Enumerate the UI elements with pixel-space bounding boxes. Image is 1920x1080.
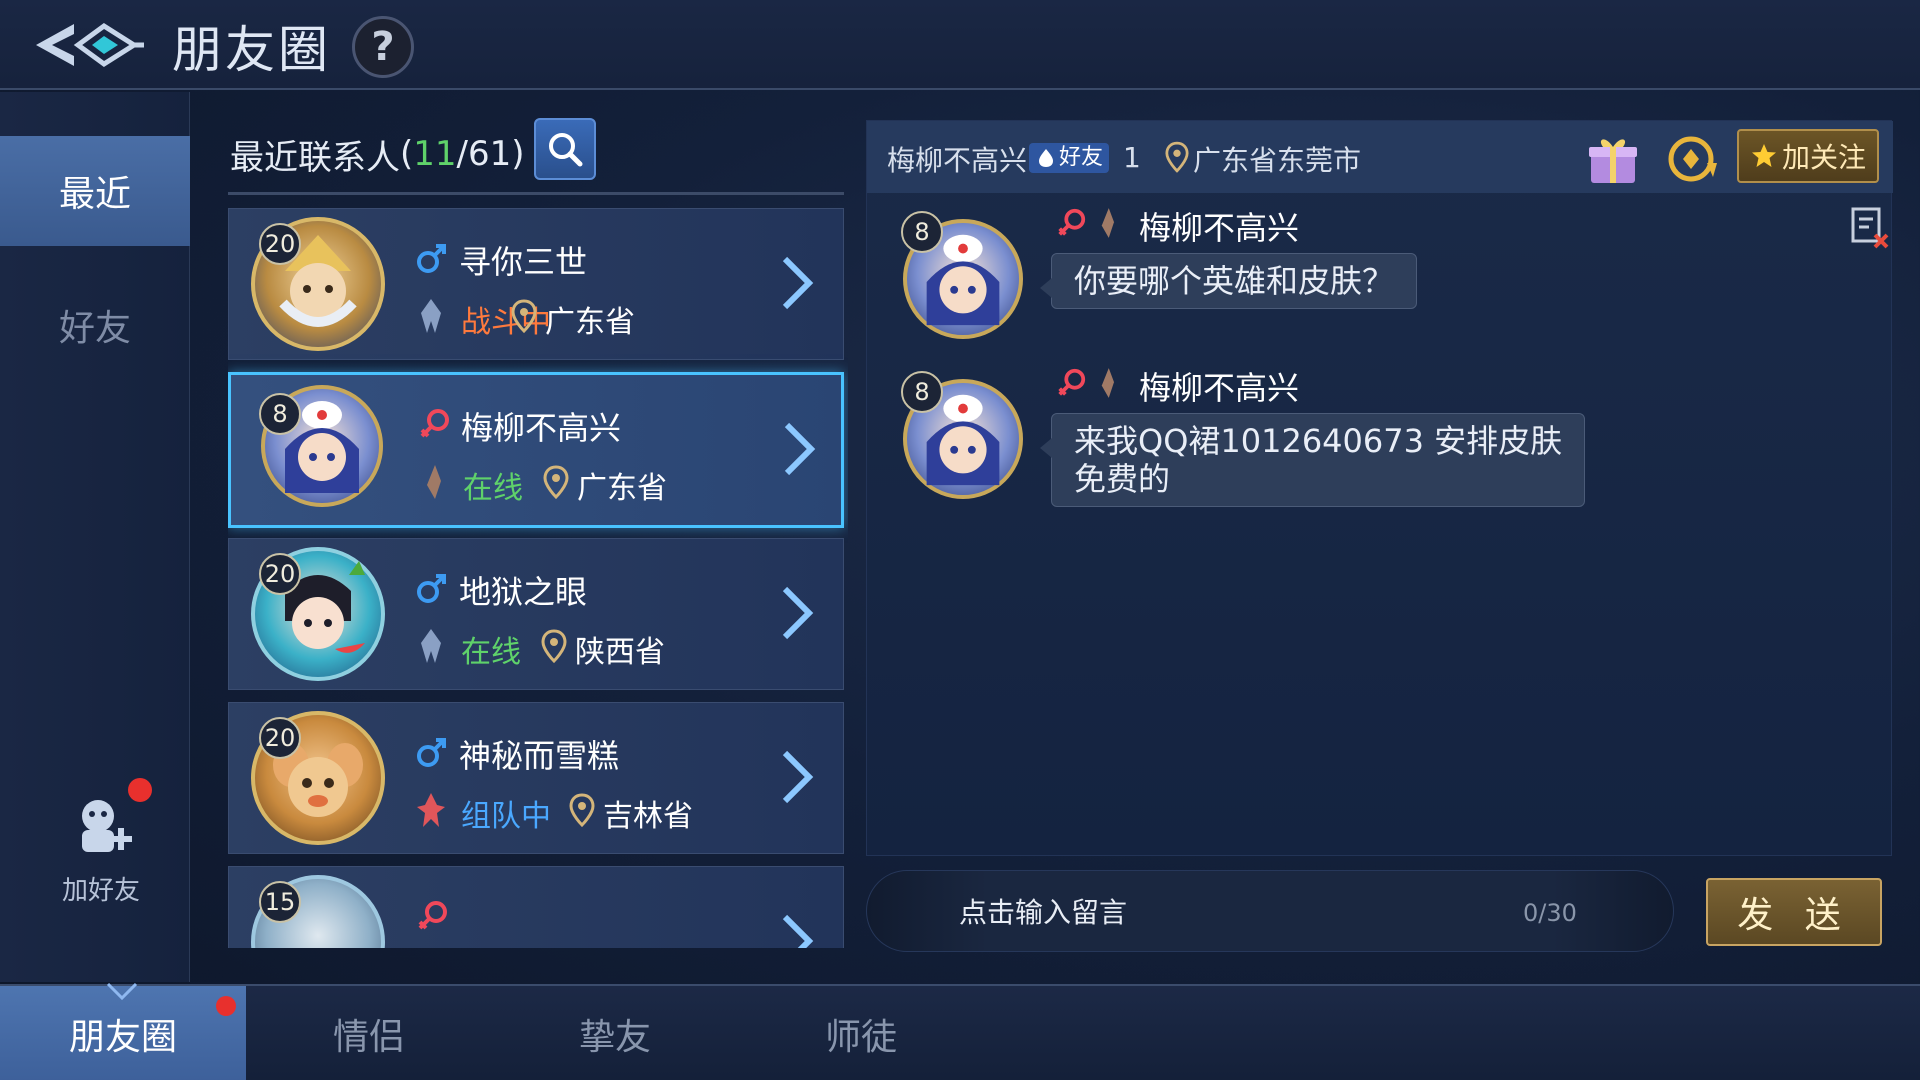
chat-location: 广东省东莞市 — [1193, 144, 1362, 177]
nav-tab-friends[interactable]: 好友 — [0, 270, 190, 380]
tab-couple[interactable]: 情侣 — [246, 986, 492, 1080]
chevron-right-icon — [782, 586, 814, 640]
contact-card[interactable]: 15 — [228, 866, 844, 948]
tab-label: 朋友圈 — [68, 1017, 177, 1058]
chevron-right-icon — [782, 256, 814, 310]
contact-name: 地狱之眼 — [459, 573, 588, 611]
message-bubble: 来我QQ裙1012640673 安排皮肤 免费的 — [1039, 413, 1586, 507]
contact-status: 在线 — [461, 635, 521, 670]
contact-card[interactable]: 20 地狱之眼 在线 陕西省 — [228, 538, 844, 690]
level-badge: 15 — [259, 881, 301, 923]
chat-contact-name: 梅柳不高兴 — [887, 144, 1028, 177]
chat-panel: 梅柳不高兴 好友 1 广东省东莞市 加关注 8 梅柳不高兴 你要哪个英雄和皮肤？… — [866, 120, 1893, 856]
contacts-header: 最近联系人 ( 11 / 61 ) — [230, 118, 525, 190]
intimacy-icon — [1039, 149, 1053, 167]
male-icon — [417, 574, 446, 603]
male-icon — [417, 738, 446, 767]
level-badge: 20 — [259, 223, 301, 265]
add-friend-label: 加好友 — [61, 876, 140, 906]
send-button[interactable]: 发 送 — [1706, 878, 1882, 946]
contact-region: 广东省 — [577, 471, 667, 506]
chat-message: 8 梅柳不高兴 来我QQ裙1012640673 安排皮肤 免费的 — [901, 363, 1861, 543]
contacts-total-count: 61 — [468, 134, 512, 174]
female-icon — [420, 409, 449, 438]
contact-card-selected[interactable]: 8 梅柳不高兴 在线 广东省 — [228, 372, 844, 528]
back-arrow-icon[interactable] — [34, 12, 146, 78]
contacts-header-label: 最近联系人 — [230, 137, 400, 178]
sender-name: 梅柳不高兴 — [1139, 209, 1300, 247]
rank-icon — [417, 793, 445, 827]
contact-status: 战斗中 — [461, 305, 551, 340]
contact-name: 神秘而雪糕 — [459, 737, 620, 775]
add-friend-button[interactable]: 加好友 — [46, 778, 156, 906]
help-button[interactable]: ? — [352, 16, 414, 78]
contact-status: 在线 — [463, 471, 523, 506]
location-pin-icon — [511, 299, 537, 333]
contact-card[interactable]: 20 神秘而雪糕 组队中 吉林省 — [228, 702, 844, 854]
location-pin-icon — [543, 465, 569, 499]
tab-close-friend[interactable]: 挚友 — [492, 986, 738, 1080]
chat-message: 8 梅柳不高兴 你要哪个英雄和皮肤？ — [901, 203, 1861, 353]
level-badge: 8 — [259, 393, 301, 435]
message-bubble: 你要哪个英雄和皮肤？ — [1039, 253, 1418, 309]
contact-list[interactable]: 20 寻你三世 战斗中 广东省 8 梅柳不高兴 在线 广东省 20 地狱之眼 在… — [228, 204, 848, 948]
contact-card[interactable]: 20 寻你三世 战斗中 广东省 — [228, 208, 844, 360]
male-icon — [417, 244, 446, 273]
female-icon — [1058, 368, 1086, 396]
location-pin-icon — [569, 793, 595, 827]
search-icon — [549, 133, 583, 167]
top-bar: 朋友圈 ? — [0, 0, 1920, 90]
star-icon — [1751, 144, 1776, 167]
contact-name: 梅柳不高兴 — [461, 409, 622, 447]
bottom-tab-bar: 朋友圈 情侣 挚友 师徒 — [0, 982, 1920, 1080]
follow-label: 加关注 — [1781, 141, 1866, 174]
message-input-bar[interactable]: 0/30 — [866, 870, 1674, 952]
notification-dot — [128, 778, 152, 802]
location-pin-icon — [541, 629, 567, 663]
rank-icon — [427, 465, 441, 499]
chevron-right-icon — [784, 422, 816, 476]
message-line: 来我QQ裙1012640673 安排皮肤 — [1074, 422, 1563, 460]
level-badge: 8 — [901, 211, 943, 253]
rank-icon — [421, 629, 441, 663]
rank-icon — [1101, 208, 1114, 238]
rank-icon — [1101, 368, 1114, 398]
coin-gift-icon[interactable] — [1667, 133, 1721, 185]
sender-name: 梅柳不高兴 — [1139, 369, 1300, 407]
rank-icon — [421, 299, 441, 333]
contacts-online-count: 11 — [413, 134, 457, 174]
friend-badge-label: 好友 — [1059, 145, 1104, 170]
friend-badge: 好友 — [1029, 143, 1110, 173]
divider — [228, 192, 844, 195]
follow-button[interactable]: 加关注 — [1737, 129, 1879, 183]
message-line: 免费的 — [1074, 460, 1171, 498]
chevron-right-icon — [782, 750, 814, 804]
level-badge: 20 — [259, 553, 301, 595]
location-pin-icon — [1165, 141, 1189, 173]
nav-tab-recent[interactable]: 最近 — [0, 136, 190, 246]
active-tab-marker-icon — [106, 982, 138, 1000]
contact-region: 吉林省 — [603, 799, 693, 834]
search-button[interactable] — [534, 118, 596, 180]
contact-region: 陕西省 — [575, 635, 665, 670]
contact-region: 广东省 — [545, 305, 635, 340]
gift-icon[interactable] — [1585, 131, 1641, 187]
chat-header: 梅柳不高兴 好友 1 广东省东莞市 加关注 — [867, 121, 1893, 193]
char-counter: 0/30 — [1523, 899, 1577, 927]
message-input[interactable] — [959, 889, 1479, 935]
notification-dot — [216, 996, 236, 1016]
left-nav: 最近 好友 加好友 — [0, 92, 190, 982]
contact-status: 组队中 — [461, 799, 551, 834]
female-icon — [1058, 208, 1086, 236]
tab-mentor[interactable]: 师徒 — [738, 986, 984, 1080]
chevron-right-icon — [782, 914, 814, 948]
tab-moments[interactable]: 朋友圈 — [0, 982, 246, 1080]
level-badge: 8 — [901, 371, 943, 413]
page-title: 朋友圈 — [172, 21, 331, 79]
female-icon — [418, 901, 447, 930]
contact-name: 寻你三世 — [459, 243, 588, 281]
intimacy-count: 1 — [1123, 141, 1141, 174]
level-badge: 20 — [259, 717, 301, 759]
add-friend-icon — [82, 800, 132, 852]
